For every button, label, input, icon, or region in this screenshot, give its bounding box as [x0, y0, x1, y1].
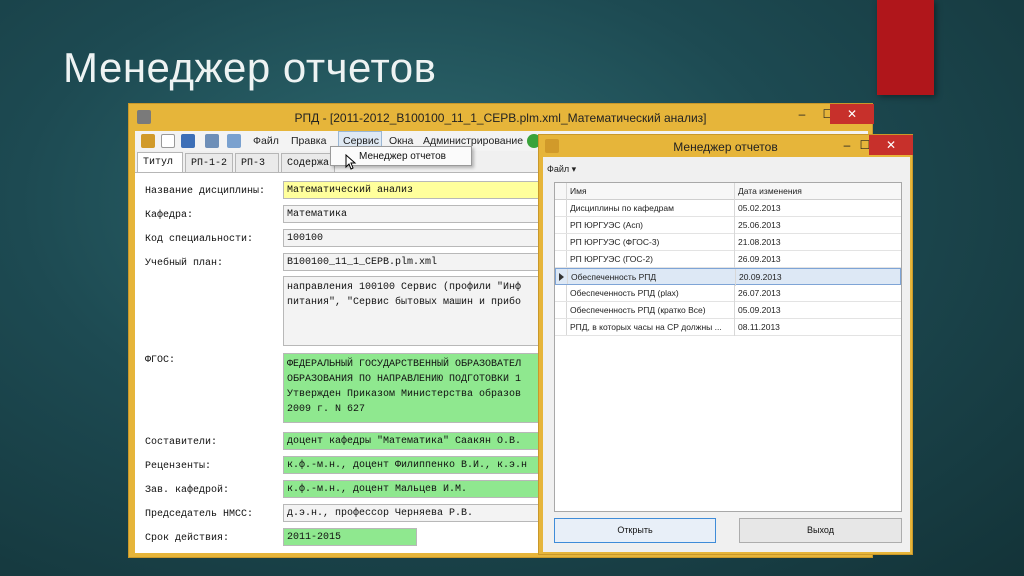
row-indicator — [555, 319, 567, 335]
table-row[interactable]: Обеспеченность РПД (кратко Все) 05.09.201… — [555, 302, 901, 319]
row-indicator — [555, 217, 567, 233]
tab-title[interactable]: Титул — [137, 152, 183, 173]
row-indicator — [555, 302, 567, 318]
label-reviewers: Рецензенты: — [145, 461, 212, 472]
main-window-title: РПД - [2011-2012_B100100_11_1_CEPB.plm.x… — [294, 111, 707, 125]
current-row-arrow-icon — [559, 273, 564, 281]
print-icon[interactable] — [227, 134, 241, 148]
label-department: Кафедра: — [145, 210, 194, 221]
new-document-icon[interactable] — [161, 134, 175, 148]
row-indicator — [555, 200, 567, 216]
label-nmss-chair: Председатель НМСС: — [145, 509, 254, 520]
table-row[interactable]: Обеспеченность РПД (plax) 26.07.2013 — [555, 285, 901, 302]
label-authors: Составители: — [145, 437, 218, 448]
label-validity-period: Срок действия: — [145, 533, 230, 544]
menu-file[interactable]: Файл — [253, 135, 279, 147]
label-head-of-department: Зав. кафедрой: — [145, 485, 230, 496]
row-indicator — [555, 234, 567, 250]
cell-report-name[interactable]: Обеспеченность РПД (plax) — [567, 285, 735, 302]
report-manager-window: Менеджер отчетов – ☐ ✕ Файл ▾ Имя Дата и… — [538, 134, 913, 555]
cell-report-name[interactable]: РПД, в которых часы на СР должны ... — [567, 319, 735, 336]
tab-rp-1-2[interactable]: РП-1-2 — [185, 153, 233, 172]
cell-report-name[interactable]: РП ЮРГУЭС (ГОС-2) — [567, 251, 735, 268]
department-field[interactable]: Математика — [283, 205, 543, 223]
decorative-red-tab — [877, 0, 934, 95]
row-indicator — [555, 285, 567, 301]
tab-content[interactable]: Содержа — [281, 153, 335, 172]
specialty-code-field[interactable]: 100100 — [283, 229, 543, 247]
grid-header: Имя Дата изменения — [555, 183, 901, 200]
cell-modified-date[interactable]: 05.09.2013 — [735, 302, 901, 319]
curriculum-field[interactable]: B100100_11_1_CEPB.plm.xml — [283, 253, 543, 271]
table-row[interactable]: РП ЮРГУЭС (ФГОС-3) 21.08.2013 — [555, 234, 901, 251]
header-indicator — [555, 183, 567, 200]
validity-period-field[interactable]: 2011-2015 — [283, 528, 417, 546]
cell-report-name[interactable]: РП ЮРГУЭС (Асп) — [567, 217, 735, 234]
cell-modified-date[interactable]: 26.07.2013 — [735, 285, 901, 302]
minimize-button[interactable]: – — [789, 104, 815, 124]
label-specialty-code: Код специальности: — [145, 234, 254, 245]
main-window-titlebar[interactable]: РПД - [2011-2012_B100100_11_1_CEPB.plm.x… — [129, 104, 874, 131]
fgos-field[interactable]: ФЕДЕРАЛЬНЫЙ ГОСУДАРСТВЕННЫЙ ОБРАЗОВАТЕЛ … — [283, 353, 543, 423]
nmss-chair-field[interactable]: д.э.н., профессор Черняева Р.В. — [283, 504, 543, 522]
column-header-name[interactable]: Имя — [567, 183, 735, 200]
tab-rp-3[interactable]: РП-3 — [235, 153, 279, 172]
report-file-menu[interactable]: Файл ▾ — [547, 164, 576, 175]
menu-item-report-manager[interactable]: Менеджер отчетов — [359, 151, 446, 162]
head-of-department-field[interactable]: к.ф.-м.н., доцент Мальцев И.М. — [283, 480, 543, 498]
column-header-date[interactable]: Дата изменения — [735, 183, 903, 200]
app-toolbar-icon[interactable] — [141, 134, 155, 148]
cell-modified-date[interactable]: 25.06.2013 — [735, 217, 901, 234]
table-row[interactable]: РПД, в которых часы на СР должны ... 08.1… — [555, 319, 901, 336]
table-row[interactable]: РП ЮРГУЭС (Асп) 25.06.2013 — [555, 217, 901, 234]
open-button[interactable]: Открыть — [554, 518, 716, 543]
slide-title: Менеджер отчетов — [63, 44, 437, 91]
cell-report-name[interactable]: Обеспеченность РПД (кратко Все) — [567, 302, 735, 319]
clipboard-icon[interactable] — [205, 134, 219, 148]
cell-report-name[interactable]: Обеспеченность РПД — [568, 269, 736, 286]
label-fgos: ФГОС: — [145, 355, 176, 366]
cell-modified-date[interactable]: 08.11.2013 — [735, 319, 901, 336]
exit-button[interactable]: Выход — [739, 518, 902, 543]
menu-edit[interactable]: Правка — [291, 135, 326, 147]
discipline-field[interactable]: Математический анализ — [283, 181, 543, 199]
reviewers-field[interactable]: к.ф.-м.н., доцент Филиппенко В.И., к.э.н — [283, 456, 543, 474]
cell-modified-date[interactable]: 05.02.2013 — [735, 200, 901, 217]
label-curriculum: Учебный план: — [145, 258, 224, 269]
curriculum-description-field[interactable]: направления 100100 Сервис (профили "Инф … — [283, 276, 543, 346]
row-indicator — [556, 269, 568, 284]
authors-field[interactable]: доцент кафедры "Математика" Саакян О.В. — [283, 432, 543, 450]
close-button[interactable]: ✕ — [830, 104, 874, 124]
save-icon[interactable] — [181, 134, 195, 148]
cell-modified-date[interactable]: 21.08.2013 — [735, 234, 901, 251]
cell-report-name[interactable]: Дисциплины по кафедрам — [567, 200, 735, 217]
table-row[interactable]: Дисциплины по кафедрам 05.02.2013 — [555, 200, 901, 217]
reports-grid: Имя Дата изменения Дисциплины по кафедра… — [554, 182, 902, 512]
report-manager-titlebar[interactable]: Менеджер отчетов – ☐ ✕ — [539, 135, 913, 157]
table-row[interactable]: РП ЮРГУЭС (ГОС-2) 26.09.2013 — [555, 251, 901, 268]
cell-modified-date[interactable]: 20.09.2013 — [736, 269, 902, 286]
cell-report-name[interactable]: РП ЮРГУЭС (ФГОС-3) — [567, 234, 735, 251]
mouse-cursor-icon — [345, 154, 357, 170]
label-discipline: Название дисциплины: — [145, 186, 266, 197]
cell-modified-date[interactable]: 26.09.2013 — [735, 251, 901, 268]
report-close-button[interactable]: ✕ — [869, 135, 913, 155]
report-manager-body: Файл ▾ Имя Дата изменения Дисциплины по … — [543, 157, 910, 552]
table-row[interactable]: Обеспеченность РПД 20.09.2013 — [555, 268, 902, 286]
row-indicator — [555, 251, 567, 267]
